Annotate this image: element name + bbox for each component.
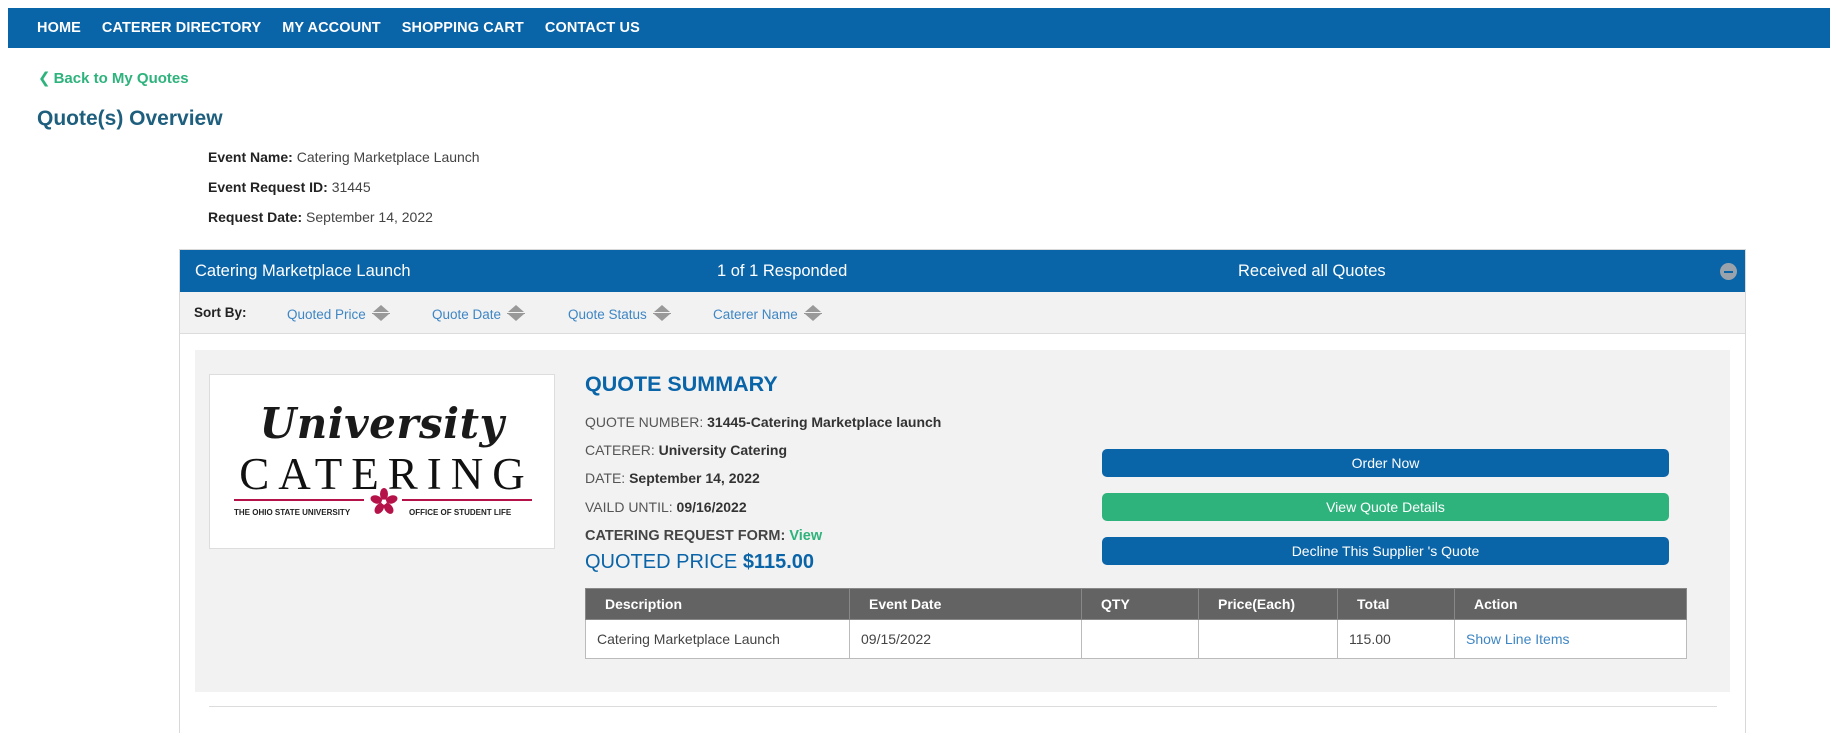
nav-caterer-directory[interactable]: CATERER DIRECTORY [102, 20, 261, 36]
event-request-id-value: 31445 [331, 179, 371, 195]
back-to-quotes-link[interactable]: ❮ Back to My Quotes [38, 69, 189, 88]
quote-panel: Catering Marketplace Launch 1 of 1 Respo… [179, 249, 1746, 733]
col-description: Description [585, 588, 850, 620]
col-event-date: Event Date [849, 588, 1082, 620]
quote-card: University CATERING THE OHIO STATE UNIVE… [195, 350, 1730, 692]
panel-responded-count: 1 of 1 Responded [717, 262, 848, 280]
section-divider [209, 706, 1717, 707]
logo-rule-right [402, 499, 532, 501]
valid-until-label: VAILD UNTIL: [585, 499, 673, 515]
col-total: Total [1337, 588, 1455, 620]
col-price-each: Price(Each) [1198, 588, 1338, 620]
quoted-price: QUOTED PRICE $115.00 [585, 551, 814, 574]
sort-option-label: Quote Date [432, 306, 502, 322]
quote-date-label: DATE: [585, 470, 626, 486]
nav-my-account[interactable]: MY ACCOUNT [282, 20, 380, 36]
event-name-row: Event Name: Catering Marketplace Launch [208, 149, 480, 165]
sort-quote-status[interactable]: Quote Status [568, 305, 671, 323]
quoted-price-value: $115.00 [742, 551, 815, 573]
panel-event-name: Catering Marketplace Launch [195, 262, 411, 280]
event-name-value: Catering Marketplace Launch [296, 149, 480, 165]
order-now-button[interactable]: Order Now [1102, 449, 1669, 477]
quote-panel-header[interactable]: Catering Marketplace Launch 1 of 1 Respo… [180, 250, 1745, 292]
cell-total: 115.00 [1337, 619, 1455, 659]
page-title: Quote(s) Overview [37, 107, 223, 130]
decline-quote-button[interactable]: Decline This Supplier 's Quote [1102, 537, 1669, 565]
col-action: Action [1454, 588, 1687, 620]
quote-date-row: DATE: September 14, 2022 [585, 470, 760, 486]
sort-option-label: Quoted Price [287, 306, 366, 322]
cell-event-date: 09/15/2022 [849, 619, 1082, 659]
request-date-label: Request Date: [208, 209, 303, 225]
quote-line-table: Description Event Date QTY Price(Each) T… [585, 588, 1687, 659]
sort-arrows-icon [507, 305, 526, 323]
quote-number-row: QUOTE NUMBER: 31445-Catering Marketplace… [585, 414, 941, 430]
event-request-id-label: Event Request ID: [208, 179, 328, 195]
sort-option-label: Quote Status [568, 306, 647, 322]
view-quote-details-button[interactable]: View Quote Details [1102, 493, 1669, 521]
sort-arrows-icon [371, 305, 390, 323]
nav-contact-us[interactable]: CONTACT US [545, 20, 640, 36]
table-header-row: Description Event Date QTY Price(Each) T… [585, 588, 1687, 620]
sort-quote-date[interactable]: Quote Date [432, 305, 526, 323]
event-name-label: Event Name: [208, 149, 293, 165]
cell-qty [1081, 619, 1199, 659]
sort-option-label: Caterer Name [713, 306, 798, 322]
caterer-logo: University CATERING THE OHIO STATE UNIVE… [209, 374, 555, 549]
caterer-row: CATERER: University Catering [585, 442, 787, 458]
catering-request-form-row: CATERING REQUEST FORM: View [585, 528, 822, 544]
quote-date-value: September 14, 2022 [629, 470, 760, 486]
cell-price-each [1198, 619, 1338, 659]
logo-left-caption: THE OHIO STATE UNIVERSITY [234, 508, 351, 517]
sort-caterer-name[interactable]: Caterer Name [713, 305, 822, 323]
quote-number-value: 31445-Catering Marketplace launch [707, 414, 942, 430]
table-row: Catering Marketplace Launch 09/15/2022 1… [585, 619, 1687, 659]
show-line-items-link[interactable]: Show Line Items [1454, 619, 1687, 659]
event-request-id-row: Event Request ID: 31445 [208, 179, 371, 195]
logo-rule-left [234, 499, 364, 501]
logo-script-text: University [259, 399, 505, 448]
nav-home[interactable]: HOME [37, 20, 81, 36]
quoted-price-label: QUOTED PRICE [585, 551, 738, 573]
chevron-left-icon: ❮ [38, 70, 51, 87]
valid-until-row: VAILD UNTIL: 09/16/2022 [585, 499, 747, 515]
quote-summary-title: QUOTE SUMMARY [585, 372, 778, 396]
request-date-row: Request Date: September 14, 2022 [208, 209, 433, 225]
sort-arrows-icon [652, 305, 671, 323]
back-link-label: Back to My Quotes [53, 69, 189, 87]
request-form-view-link[interactable]: View [789, 528, 822, 544]
caterer-label: CATERER: [585, 442, 655, 458]
valid-until-value: 09/16/2022 [676, 499, 747, 515]
flower-icon [370, 488, 398, 514]
sort-by-label: Sort By: [194, 305, 247, 320]
request-date-value: September 14, 2022 [306, 209, 433, 225]
logo-right-caption: OFFICE OF STUDENT LIFE [409, 508, 512, 517]
request-form-label: CATERING REQUEST FORM: [585, 528, 786, 544]
sort-bar: Sort By: Quoted Price Quote Date Quote S… [180, 292, 1745, 334]
caterer-value: University Catering [658, 442, 788, 458]
sort-arrows-icon [803, 305, 822, 323]
cell-description: Catering Marketplace Launch [585, 619, 850, 659]
nav-shopping-cart[interactable]: SHOPPING CART [402, 20, 524, 36]
panel-quote-status: Received all Quotes [1238, 262, 1386, 280]
quote-number-label: QUOTE NUMBER: [585, 414, 704, 430]
top-navigation: HOME CATERER DIRECTORY MY ACCOUNT SHOPPI… [8, 8, 1830, 48]
sort-quoted-price[interactable]: Quoted Price [287, 305, 390, 323]
col-qty: QTY [1081, 588, 1199, 620]
collapse-icon[interactable] [1720, 263, 1737, 280]
